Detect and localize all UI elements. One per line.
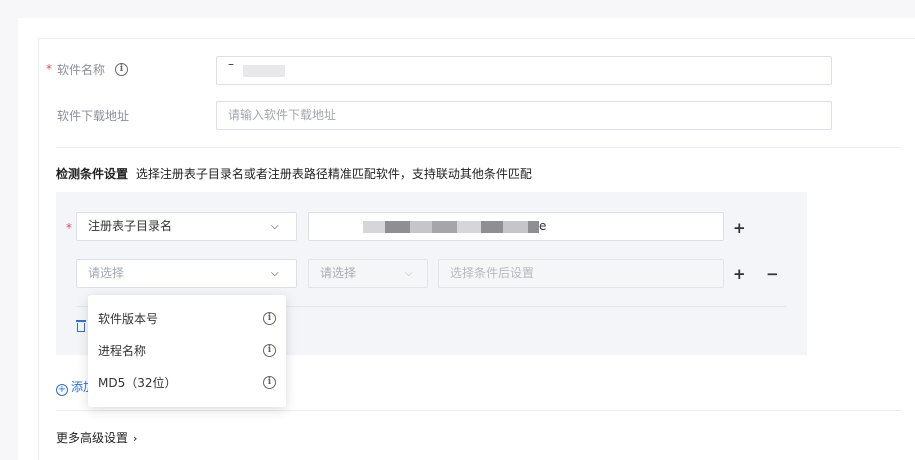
download-url-placeholder: 请输入软件下载地址 xyxy=(228,108,337,122)
dropdown-option-process-name[interactable]: 进程名称 i xyxy=(88,337,286,365)
condition-type-placeholder: 请选择 xyxy=(88,266,125,280)
plus-circle-icon: + xyxy=(56,384,68,396)
trash-icon[interactable] xyxy=(76,320,86,332)
condition-type-select[interactable]: 注册表子目录名 ⌵ xyxy=(76,212,297,241)
redacted-block xyxy=(528,221,539,233)
option-label: 软件版本号 xyxy=(98,312,159,326)
registry-value-input[interactable]: e xyxy=(308,212,724,241)
condition-value-input[interactable]: 选择条件后设置 xyxy=(438,259,724,288)
condition-type-dropdown: 软件版本号 i 进程名称 i MD5（32位） i xyxy=(88,295,286,407)
required-mark: * xyxy=(46,62,52,76)
info-icon[interactable]: i xyxy=(263,344,276,357)
download-url-input[interactable]: 请输入软件下载地址 xyxy=(216,101,832,130)
detection-section-header: 检测条件设置 选择注册表子目录名或者注册表路径精准匹配软件，支持联动其他条件匹配 xyxy=(56,165,532,182)
software-name-value: – xyxy=(228,57,234,71)
info-icon[interactable]: i xyxy=(115,63,128,76)
chevron-right-icon: › xyxy=(133,432,138,445)
option-label: MD5（32位） xyxy=(98,376,177,390)
condition-type-value: 注册表子目录名 xyxy=(88,219,173,233)
dropdown-option-md5[interactable]: MD5（32位） i xyxy=(88,369,286,397)
chevron-down-icon: ⌵ xyxy=(405,268,413,279)
required-mark: * xyxy=(66,221,72,235)
dropdown-option-software-version[interactable]: 软件版本号 i xyxy=(88,305,286,333)
add-condition-button[interactable]: + xyxy=(733,219,746,237)
chevron-down-icon: ⌵ xyxy=(271,221,279,232)
left-background xyxy=(0,0,18,460)
software-name-label: 软件名称 xyxy=(57,63,106,77)
more-advanced-settings-toggle[interactable]: 更多高级设置 › xyxy=(56,429,137,446)
detection-description: 选择注册表子目录名或者注册表路径精准匹配软件，支持联动其他条件匹配 xyxy=(135,167,532,181)
operator-placeholder: 请选择 xyxy=(320,266,357,280)
option-label: 进程名称 xyxy=(98,344,147,358)
redacted-block xyxy=(481,221,503,233)
divider xyxy=(56,147,901,148)
redacted-block xyxy=(363,221,385,233)
condition-type-select[interactable]: 请选择 ⌵ xyxy=(76,259,297,288)
redacted-block xyxy=(432,221,457,233)
redacted-block xyxy=(243,65,285,77)
download-url-label: 软件下载地址 xyxy=(57,109,130,123)
software-name-input[interactable]: – xyxy=(216,56,832,85)
detection-title: 检测条件设置 xyxy=(56,167,129,181)
remove-condition-button[interactable]: − xyxy=(766,265,779,283)
redacted-block xyxy=(385,221,410,233)
divider xyxy=(56,410,901,411)
more-advanced-settings-label: 更多高级设置 xyxy=(56,431,129,445)
top-background xyxy=(0,0,915,18)
redacted-block xyxy=(410,221,432,233)
info-icon[interactable]: i xyxy=(263,376,276,389)
info-icon[interactable]: i xyxy=(263,312,276,325)
redacted-block xyxy=(457,221,481,233)
redacted-block xyxy=(503,221,528,233)
chevron-down-icon: ⌵ xyxy=(271,268,279,279)
registry-value-suffix: e xyxy=(539,219,547,233)
add-condition-button[interactable]: + xyxy=(733,265,746,283)
condition-value-placeholder: 选择条件后设置 xyxy=(450,266,535,280)
operator-select[interactable]: 请选择 ⌵ xyxy=(308,259,428,288)
